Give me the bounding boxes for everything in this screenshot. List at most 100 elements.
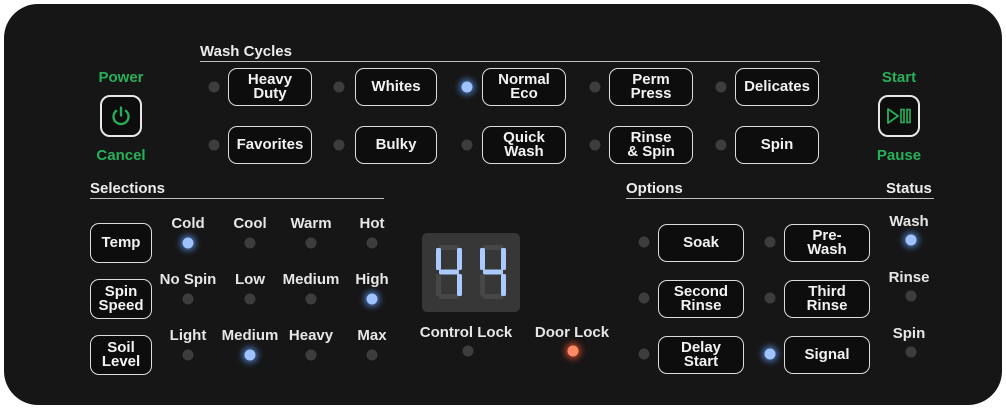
option-led-delay-start bbox=[638, 348, 650, 360]
option-button-pre-wash[interactable]: Pre- Wash bbox=[784, 224, 870, 262]
soil-level-option-light: Light bbox=[169, 327, 207, 344]
wash-cycles-header: Wash Cycles bbox=[200, 43, 292, 60]
option-button-third-rinse[interactable]: Third Rinse bbox=[784, 280, 870, 318]
cycle-button-delicates[interactable]: Delicates bbox=[735, 68, 819, 106]
start-label: Start bbox=[881, 69, 917, 86]
option-led-soak bbox=[638, 236, 650, 248]
spin-speed-option-low: Low bbox=[235, 271, 265, 288]
soil-level-led-medium bbox=[244, 349, 256, 361]
option-button-signal[interactable]: Signal bbox=[784, 336, 870, 374]
cycle-button-perm-press[interactable]: Perm Press bbox=[609, 68, 693, 106]
digit-1-segment-d bbox=[439, 294, 459, 299]
cycle-button-whites[interactable]: Whites bbox=[355, 68, 437, 106]
selections-divider bbox=[90, 198, 384, 199]
cycle-button-bulky[interactable]: Bulky bbox=[355, 126, 437, 164]
digit-2-segment-d bbox=[483, 294, 503, 299]
digit-2-segment-a bbox=[483, 245, 503, 250]
digit-2-segment-c bbox=[501, 274, 506, 296]
soil-level-option-heavy: Heavy bbox=[288, 327, 334, 344]
temp-led-cold bbox=[182, 237, 194, 249]
play-pause-icon bbox=[887, 108, 911, 124]
pause-label: Pause bbox=[876, 147, 922, 164]
door-lock-indicator bbox=[567, 345, 579, 357]
cycle-led-normal-eco bbox=[461, 81, 473, 93]
temp-option-cool: Cool bbox=[233, 215, 267, 232]
digit-1-segment-e bbox=[436, 274, 441, 296]
options-header: Options bbox=[626, 180, 683, 197]
temp-led-cool bbox=[244, 237, 256, 249]
status-led-wash bbox=[905, 234, 917, 246]
power-icon bbox=[112, 106, 130, 126]
spin-speed-button[interactable]: Spin Speed bbox=[90, 279, 152, 319]
time-display: 44 bbox=[422, 233, 520, 312]
seven-segment-digits bbox=[436, 245, 506, 299]
option-led-third-rinse bbox=[764, 292, 776, 304]
temp-option-warm: Warm bbox=[290, 215, 332, 232]
status-label-wash: Wash bbox=[889, 213, 929, 230]
spin-speed-option-medium: Medium bbox=[282, 271, 340, 288]
selections-header: Selections bbox=[90, 180, 166, 197]
cycle-led-rinse-spin bbox=[589, 139, 601, 151]
control-lock-label: Control Lock bbox=[419, 324, 513, 341]
status-led-spin bbox=[905, 346, 917, 358]
digit-1-segment-b bbox=[457, 248, 462, 270]
cycle-button-heavy-duty[interactable]: Heavy Duty bbox=[228, 68, 312, 106]
cycle-led-quick-wash bbox=[461, 139, 473, 151]
cycle-button-quick-wash[interactable]: Quick Wash bbox=[482, 126, 566, 164]
spin-speed-led-high bbox=[366, 293, 378, 305]
spin-speed-led-no-spin bbox=[182, 293, 194, 305]
digit-1-segment-a bbox=[439, 245, 459, 250]
digit-2-segment-g bbox=[483, 269, 503, 275]
cycle-led-delicates bbox=[715, 81, 727, 93]
cancel-label: Cancel bbox=[96, 147, 146, 164]
status-header: Status bbox=[886, 180, 932, 197]
digit-2-segment-f bbox=[480, 248, 485, 270]
cycle-button-rinse-spin[interactable]: Rinse & Spin bbox=[609, 126, 693, 164]
digit-2-segment-e bbox=[480, 274, 485, 296]
cycle-led-bulky bbox=[333, 139, 345, 151]
spin-speed-led-low bbox=[244, 293, 256, 305]
options-divider bbox=[626, 198, 934, 199]
status-led-rinse bbox=[905, 290, 917, 302]
temp-led-hot bbox=[366, 237, 378, 249]
option-led-signal bbox=[764, 348, 776, 360]
option-button-delay-start[interactable]: Delay Start bbox=[658, 336, 744, 374]
spin-speed-option-no-spin: No Spin bbox=[159, 271, 217, 288]
door-lock-label: Door Lock bbox=[534, 324, 610, 341]
option-led-second-rinse bbox=[638, 292, 650, 304]
digit-1-segment-f bbox=[436, 248, 441, 270]
digit-1-segment-g bbox=[439, 269, 459, 275]
washer-control-panel: Power Cancel Start Pause Wash Cycles Hea… bbox=[4, 4, 1002, 405]
power-label: Power bbox=[98, 69, 144, 86]
soil-level-button[interactable]: Soil Level bbox=[90, 335, 152, 375]
option-button-second-rinse[interactable]: Second Rinse bbox=[658, 280, 744, 318]
spin-speed-option-high: High bbox=[355, 271, 389, 288]
cycle-led-heavy-duty bbox=[208, 81, 220, 93]
option-led-pre-wash bbox=[764, 236, 776, 248]
temp-option-hot: Hot bbox=[359, 215, 385, 232]
cycle-button-normal-eco[interactable]: Normal Eco bbox=[482, 68, 566, 106]
cycle-led-whites bbox=[333, 81, 345, 93]
soil-level-option-max: Max bbox=[357, 327, 387, 344]
cycle-led-spin bbox=[715, 139, 727, 151]
digit-2-segment-b bbox=[501, 248, 506, 270]
control-lock-indicator bbox=[462, 345, 474, 357]
start-pause-button[interactable] bbox=[878, 95, 920, 137]
soil-level-led-max bbox=[366, 349, 378, 361]
cycle-led-favorites bbox=[208, 139, 220, 151]
soil-level-option-medium: Medium bbox=[221, 327, 279, 344]
power-button[interactable] bbox=[100, 95, 142, 137]
cycle-led-perm-press bbox=[589, 81, 601, 93]
status-label-spin: Spin bbox=[892, 325, 926, 342]
cycle-button-spin[interactable]: Spin bbox=[735, 126, 819, 164]
spin-speed-led-medium bbox=[305, 293, 317, 305]
cycle-button-favorites[interactable]: Favorites bbox=[228, 126, 312, 164]
temp-option-cold: Cold bbox=[171, 215, 205, 232]
wash-cycles-divider bbox=[200, 61, 820, 62]
temp-button[interactable]: Temp bbox=[90, 223, 152, 263]
soil-level-led-light bbox=[182, 349, 194, 361]
digit-1-segment-c bbox=[457, 274, 462, 296]
soil-level-led-heavy bbox=[305, 349, 317, 361]
option-button-soak[interactable]: Soak bbox=[658, 224, 744, 262]
status-label-rinse: Rinse bbox=[888, 269, 930, 286]
